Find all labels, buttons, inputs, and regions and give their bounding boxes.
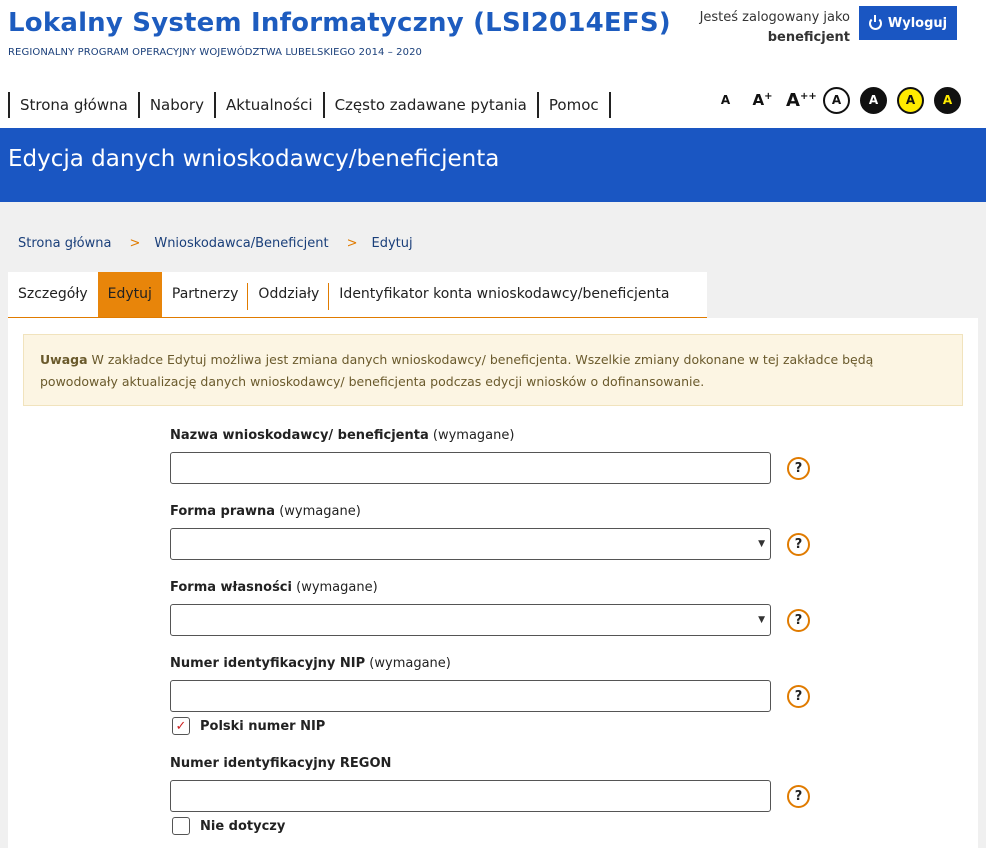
regon-input[interactable] [170,780,771,812]
help-icon[interactable]: ? [787,785,810,808]
contrast-default-button[interactable]: A [823,86,850,114]
tab-edit[interactable]: Edytuj [97,272,162,317]
legal-form-label: Forma prawna (wymagane) [170,504,361,519]
nav-item-calls[interactable]: Nabory [137,92,214,118]
polish-nip-row: ✓ Polski numer NIP [172,717,325,735]
logged-in-label: Jesteś zalogowany jako [699,10,850,25]
contrast-black-yellow-button[interactable]: A [934,86,961,114]
chevron-down-icon: ▼ [758,615,765,625]
not-applicable-label: Nie dotyczy [200,818,286,834]
tab-details[interactable]: Szczegóły [8,272,98,317]
contrast-yellow-black-button[interactable]: A [897,86,924,114]
font-size-default-button[interactable]: A [712,93,739,107]
main-nav: Strona główna Nabory Aktualności Często … [8,92,611,118]
power-icon [868,14,882,30]
nav-item-help[interactable]: Pomoc [536,92,611,118]
accessibility-controls: A A+ A++ A A A A [712,86,961,114]
ownership-form-label: Forma własności (wymagane) [170,580,378,595]
contrast-black-white-button[interactable]: A [860,86,887,114]
login-info: Jesteś zalogowany jako beneficjent [700,8,850,48]
username: beneficjent [767,30,850,45]
site-subtitle: REGIONALNY PROGRAM OPERACYJNY WOJEWÓDZTW… [8,47,423,58]
help-icon[interactable]: ? [787,457,810,480]
nav-item-home[interactable]: Strona główna [8,92,138,118]
checkmark-icon: ✓ [175,718,187,734]
page-title: Edycja danych wnioskodawcy/beneficjenta [8,146,500,172]
font-size-largest-button[interactable]: A++ [786,90,817,111]
chevron-down-icon: ▼ [758,539,765,549]
breadcrumb-separator: > [129,236,141,251]
help-icon[interactable]: ? [787,533,810,556]
help-icon[interactable]: ? [787,685,810,708]
breadcrumb: Strona główna > Wnioskodawca/Beneficjent… [18,236,413,251]
page-banner: Edycja danych wnioskodawcy/beneficjenta [0,128,986,202]
breadcrumb-home[interactable]: Strona główna [18,236,111,251]
ownership-form-select[interactable]: ▼ [170,604,771,636]
legal-form-select[interactable]: ▼ [170,528,771,560]
polish-nip-label: Polski numer NIP [200,718,326,734]
name-input[interactable] [170,452,771,484]
nav-item-faq[interactable]: Często zadawane pytania [322,92,537,118]
logout-label: Wyloguj [887,15,948,31]
breadcrumb-edit[interactable]: Edytuj [371,236,412,251]
polish-nip-checkbox[interactable]: ✓ [172,717,190,735]
nav-item-news[interactable]: Aktualności [213,92,323,118]
tab-bar: Szczegóły Edytuj Partnerzy Oddziały Iden… [8,272,707,318]
regon-label: Numer identyfikacyjny REGON [170,756,392,771]
not-applicable-row: Nie dotyczy [172,817,285,835]
not-applicable-checkbox[interactable] [172,817,190,835]
tab-partners[interactable]: Partnerzy [162,272,249,317]
alert-strong: Uwaga [40,352,88,367]
warning-alert: Uwaga W zakładce Edytuj możliwa jest zmi… [23,334,963,406]
help-icon[interactable]: ? [787,609,810,632]
nip-label: Numer identyfikacyjny NIP (wymagane) [170,656,451,671]
breadcrumb-beneficiary[interactable]: Wnioskodawca/Beneficjent [154,236,328,251]
site-title: Lokalny System Informatyczny (LSI2014EFS… [8,8,671,38]
name-label: Nazwa wnioskodawcy/ beneficjenta (wymaga… [170,428,515,443]
font-size-larger-button[interactable]: A+ [749,91,776,109]
tab-branches[interactable]: Oddziały [248,272,330,317]
breadcrumb-separator: > [346,236,358,251]
logout-button[interactable]: Wyloguj [859,6,957,40]
alert-text: W zakładce Edytuj możliwa jest zmiana da… [40,352,874,389]
tab-account-identifier[interactable]: Identyfikator konta wnioskodawcy/benefic… [329,272,679,317]
nip-input[interactable] [170,680,771,712]
